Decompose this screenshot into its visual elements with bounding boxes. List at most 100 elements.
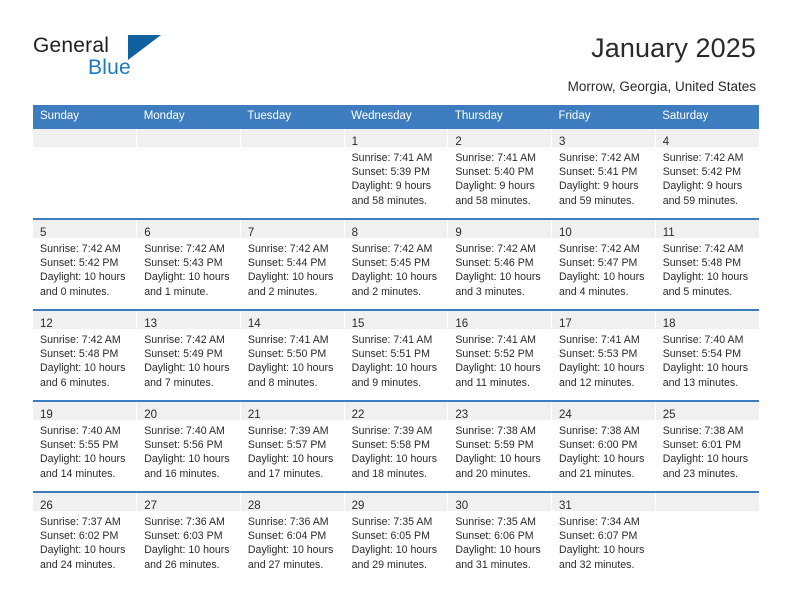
calendar-day-cell[interactable]: 28 Sunrise: 7:36 AM Sunset: 6:04 PM Dayligh… [240, 491, 345, 582]
sunrise-time: Sunrise: 7:42 AM [247, 243, 329, 255]
daylight-duration-line1: Daylight: 9 hours [455, 180, 535, 193]
calendar-day-cell[interactable]: 11 Sunrise: 7:42 AM Sunset: 5:48 PM Dayligh… [655, 218, 759, 310]
calendar-header-row: Sunday Monday Tuesday Wednesday Thursday Frid… [33, 105, 759, 128]
sunrise-time: Sunrise: 7:34 AM [559, 516, 640, 528]
calendar-day-cell[interactable]: 5 Sunrise: 7:42 AM Sunset: 5:42 PM Daylight… [33, 218, 138, 310]
calendar-day-cell[interactable]: 10 Sunrise: 7:42 AM Sunset: 5:47 PM Dayligh… [551, 218, 656, 310]
sunrise-time: Sunrise: 7:41 AM [351, 152, 433, 164]
calendar-day-cell[interactable]: 21 Sunrise: 7:39 AM Sunset: 5:57 PM Dayligh… [240, 400, 345, 492]
calendar-day-cell[interactable]: 20 Sunrise: 7:40 AM Sunset: 5:56 PM Dayligh… [136, 400, 241, 492]
sunrise-time: Sunrise: 7:41 AM [455, 334, 536, 346]
calendar-day-cell[interactable]: 29 Sunrise: 7:35 AM Sunset: 6:05 PM Dayligh… [344, 491, 449, 582]
day-number: 25 [662, 409, 676, 421]
day-number-band: 18 [655, 311, 759, 330]
calendar-day-cell[interactable]: 12 Sunrise: 7:42 AM Sunset: 5:48 PM Dayligh… [33, 309, 138, 401]
daylight-duration-line1: Daylight: 9 hours [662, 180, 743, 193]
calendar-day-cell[interactable]: 14 Sunrise: 7:41 AM Sunset: 5:50 PM Dayligh… [240, 309, 345, 401]
daylight-duration-line1: Daylight: 10 hours [351, 453, 437, 466]
daylight-duration-line1: Daylight: 9 hours [559, 180, 639, 193]
sunset-time: Sunset: 6:04 PM [247, 530, 327, 543]
calendar-day-cell[interactable]: 3 Sunrise: 7:42 AM Sunset: 5:41 PM Daylight… [551, 127, 656, 219]
weekday-header-sunday: Sunday [33, 105, 137, 128]
daylight-duration-line2: and 31 minutes. [455, 558, 531, 571]
calendar-day-cell[interactable]: 19 Sunrise: 7:40 AM Sunset: 5:55 PM Dayligh… [33, 400, 138, 492]
calendar-day-cell[interactable]: 6 Sunrise: 7:42 AM Sunset: 5:43 PM Daylight… [136, 218, 241, 310]
daylight-duration-line1: Daylight: 10 hours [247, 544, 334, 557]
calendar-day-cell[interactable]: 2 Sunrise: 7:41 AM Sunset: 5:40 PM Daylight… [447, 127, 553, 219]
day-details: Sunrise: 7:42 AM Sunset: 5:42 PM Daylight:… [656, 147, 759, 208]
sunrise-time: Sunrise: 7:42 AM [351, 243, 433, 255]
day-number: 7 [247, 227, 255, 239]
day-details: Sunrise: 7:42 AM Sunset: 5:46 PM Daylight:… [448, 238, 551, 299]
sunset-time: Sunset: 5:53 PM [559, 348, 638, 361]
day-number-band: 17 [552, 311, 655, 330]
day-number-band: 21 [240, 402, 344, 421]
calendar-day-cell[interactable]: 18 Sunrise: 7:40 AM Sunset: 5:54 PM Dayligh… [655, 309, 759, 401]
calendar-day-cell[interactable]: 15 Sunrise: 7:41 AM Sunset: 5:51 PM Dayligh… [344, 309, 449, 401]
calendar-day-cell[interactable]: 26 Sunrise: 7:37 AM Sunset: 6:02 PM Dayligh… [33, 491, 138, 582]
calendar-day-cell[interactable]: 25 Sunrise: 7:38 AM Sunset: 6:01 PM Dayligh… [655, 400, 759, 492]
daylight-duration-line1: Daylight: 10 hours [144, 544, 230, 557]
sunrise-sunset-calendar-table: Sunday Monday Tuesday Wednesday Thursday Frid… [33, 105, 759, 582]
sunrise-time: Sunrise: 7:37 AM [40, 516, 121, 528]
day-number-band: 23 [448, 402, 552, 421]
calendar-day-cell[interactable]: 7 Sunrise: 7:42 AM Sunset: 5:44 PM Daylight… [240, 218, 345, 310]
day-details: Sunrise: 7:39 AM Sunset: 5:58 PM Daylight:… [345, 420, 448, 481]
day-number: 19 [40, 409, 53, 421]
day-details: Sunrise: 7:38 AM Sunset: 6:00 PM Daylight:… [552, 420, 655, 481]
daylight-duration-line1: Daylight: 10 hours [351, 271, 437, 284]
sunrise-time: Sunrise: 7:39 AM [351, 425, 433, 437]
weekday-header-wednesday: Wednesday [344, 105, 448, 128]
calendar-day-cell[interactable]: 17 Sunrise: 7:41 AM Sunset: 5:53 PM Dayligh… [551, 309, 656, 401]
day-details: Sunrise: 7:37 AM Sunset: 6:02 PM Daylight:… [33, 511, 136, 572]
sunrise-time: Sunrise: 7:36 AM [144, 516, 225, 528]
weekday-header-tuesday: Tuesday [240, 105, 345, 128]
day-number: 29 [351, 500, 365, 512]
calendar-day-cell[interactable]: 23 Sunrise: 7:38 AM Sunset: 5:59 PM Dayligh… [447, 400, 553, 492]
sunrise-time: Sunrise: 7:41 AM [455, 152, 536, 164]
calendar-day-cell[interactable]: 22 Sunrise: 7:39 AM Sunset: 5:58 PM Dayligh… [344, 400, 449, 492]
day-number-band: 12 [33, 311, 137, 330]
day-details: Sunrise: 7:41 AM Sunset: 5:39 PM Daylight:… [345, 147, 448, 208]
calendar-day-cell[interactable]: 30 Sunrise: 7:35 AM Sunset: 6:06 PM Dayligh… [447, 491, 553, 582]
day-number: 26 [40, 500, 53, 512]
sunrise-time: Sunrise: 7:42 AM [144, 243, 225, 255]
daylight-duration-line1: Daylight: 10 hours [351, 362, 437, 375]
day-details: Sunrise: 7:36 AM Sunset: 6:04 PM Daylight:… [241, 511, 344, 572]
daylight-duration-line1: Daylight: 10 hours [455, 453, 541, 466]
day-details: Sunrise: 7:42 AM Sunset: 5:45 PM Daylight:… [345, 238, 448, 299]
calendar-day-cell[interactable]: 9 Sunrise: 7:42 AM Sunset: 5:46 PM Daylight… [447, 218, 553, 310]
calendar-day-cell[interactable]: 27 Sunrise: 7:36 AM Sunset: 6:03 PM Dayligh… [136, 491, 241, 582]
logo-text-general: General [33, 34, 110, 57]
day-number-band: 4 [655, 129, 759, 148]
daylight-duration-line2: and 26 minutes. [144, 558, 220, 571]
daylight-duration-line2: and 32 minutes. [559, 558, 635, 571]
calendar-day-cell-empty [136, 127, 241, 219]
calendar-day-cell[interactable]: 1 Sunrise: 7:41 AM Sunset: 5:39 PM Daylight… [344, 127, 449, 219]
calendar-day-cell-empty [33, 127, 138, 219]
sunset-time: Sunset: 5:41 PM [559, 166, 638, 179]
calendar-day-cell[interactable]: 13 Sunrise: 7:42 AM Sunset: 5:49 PM Dayligh… [136, 309, 241, 401]
day-number-band: 10 [552, 220, 655, 239]
day-number-band: 3 [552, 129, 655, 148]
day-number: 12 [40, 318, 53, 330]
calendar-day-cell[interactable]: 31 Sunrise: 7:34 AM Sunset: 6:07 PM Dayligh… [551, 491, 656, 582]
daylight-duration-line2: and 2 minutes. [247, 285, 318, 298]
calendar-day-cell[interactable]: 8 Sunrise: 7:42 AM Sunset: 5:45 PM Daylight… [344, 218, 449, 310]
daylight-duration-line1: Daylight: 10 hours [247, 271, 334, 284]
day-details: Sunrise: 7:42 AM Sunset: 5:49 PM Daylight:… [137, 329, 240, 390]
daylight-duration-line2: and 6 minutes. [40, 376, 110, 389]
day-number-band: 29 [344, 493, 448, 512]
sunrise-time: Sunrise: 7:41 AM [247, 334, 329, 346]
daylight-duration-line1: Daylight: 10 hours [559, 362, 645, 375]
calendar-day-cell[interactable]: 4 Sunrise: 7:42 AM Sunset: 5:42 PM Daylight… [655, 127, 759, 219]
day-number-band: 19 [33, 402, 137, 421]
day-number-band: 5 [33, 220, 137, 239]
calendar-day-cell[interactable]: 16 Sunrise: 7:41 AM Sunset: 5:52 PM Dayligh… [447, 309, 553, 401]
daylight-duration-line2: and 18 minutes. [351, 467, 427, 480]
calendar-day-cell[interactable]: 24 Sunrise: 7:38 AM Sunset: 6:00 PM Dayligh… [551, 400, 656, 492]
daylight-duration-line1: Daylight: 10 hours [662, 453, 749, 466]
daylight-duration-line2: and 24 minutes. [40, 558, 116, 571]
calendar-body: 1 Sunrise: 7:41 AM Sunset: 5:39 PM Daylight… [33, 127, 759, 582]
sunset-time: Sunset: 6:00 PM [559, 439, 638, 452]
